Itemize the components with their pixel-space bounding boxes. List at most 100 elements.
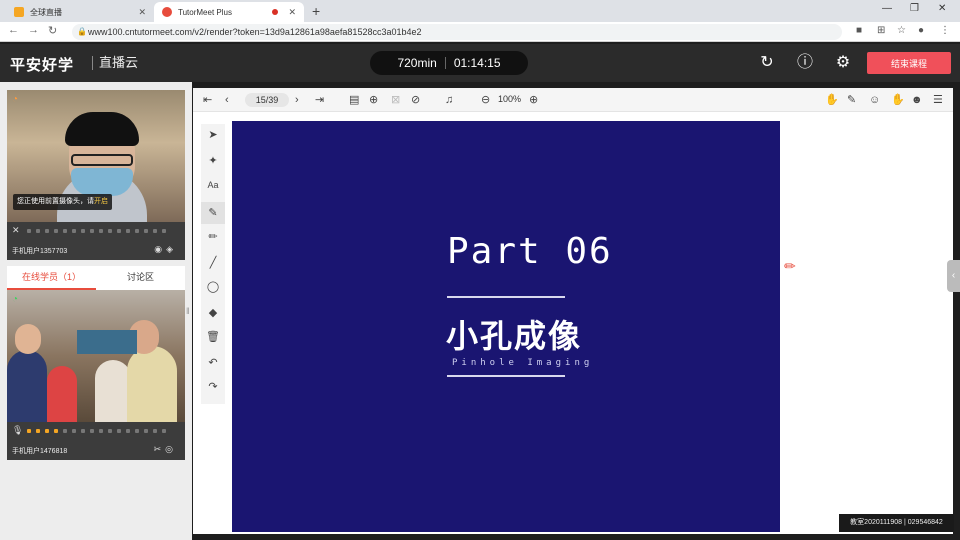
student-figure xyxy=(127,346,177,422)
teacher-video: ◔ 您正使用前置摄像头，请开启 xyxy=(7,90,185,222)
translate-icon[interactable]: ⊞ xyxy=(877,25,885,36)
class-duration: 720min xyxy=(397,56,437,70)
browser-tab-2[interactable]: TutorMeet Plus ✕ xyxy=(154,2,304,22)
slide-toolbar: ⇤ ‹ 15/39 › ⇥ ▤ ⊕ ⊠ ⊘ ♫ ⊖ 100% ⊕ ✋ ✎ ☺ ✋… xyxy=(193,88,953,112)
recording-icon xyxy=(272,9,279,15)
teacher-name-bar: 手机用户1357703 ◉◈ xyxy=(7,240,185,260)
room-watermark: 教室2020111908 | 029546842 xyxy=(839,514,954,532)
laser-pointer-icon[interactable]: ✦ xyxy=(201,154,225,167)
previous-page-icon[interactable]: ‹ xyxy=(225,93,229,107)
restore-icon[interactable]: ❐ xyxy=(910,3,919,14)
user-name: 手机用户1357703 xyxy=(12,248,68,255)
document-icon[interactable]: ▤ xyxy=(349,93,359,107)
browser-tab-1[interactable]: 全球直播 ✕ xyxy=(6,2,154,22)
elapsed-time: 01:14:15 xyxy=(453,56,501,70)
divider-line xyxy=(447,296,565,298)
tab-online-students[interactable]: 在线学员（1） xyxy=(7,266,96,290)
close-icon[interactable]: ✕ xyxy=(138,7,146,18)
line-tool-icon[interactable]: ╱ xyxy=(201,256,225,269)
star-icon[interactable]: ☆ xyxy=(897,25,906,36)
teacher-audio-bar: ✕ xyxy=(7,222,185,240)
reload-icon[interactable]: ↻ xyxy=(48,24,57,37)
tab-favicon xyxy=(162,7,172,17)
first-page-icon[interactable]: ⇤ xyxy=(203,93,212,107)
refresh-icon[interactable]: ↻ xyxy=(758,54,776,72)
trash-icon[interactable]: 🗑 xyxy=(201,330,225,343)
wifi-icon: ◔ xyxy=(12,94,19,105)
presentation-slide: Part 06 小孔成像 Pinhole Imaging xyxy=(232,121,780,532)
tab-title: TutorMeet Plus xyxy=(178,7,232,17)
url-field[interactable]: 🔒 www100.cntutormeet.com/v2/render?token… xyxy=(72,24,842,40)
person-hair xyxy=(65,112,139,146)
delete-page-icon[interactable]: ⊠ xyxy=(391,93,400,107)
hand-icon[interactable]: ✋ xyxy=(825,93,839,107)
text-tool-icon[interactable]: Aa xyxy=(201,180,225,190)
smile-icon[interactable]: ☻ xyxy=(911,93,923,107)
shape-tool-icon[interactable]: ◯ xyxy=(201,280,225,293)
camera-icon[interactable]: ■ xyxy=(856,25,862,36)
student-face xyxy=(15,324,41,354)
brand-subtitle: 直播云 xyxy=(92,56,138,70)
notice-text: 您正使用前置摄像头，请 xyxy=(17,198,94,205)
add-page-icon[interactable]: ⊕ xyxy=(369,93,378,107)
redo-icon[interactable]: ↷ xyxy=(201,380,225,393)
face-mask xyxy=(71,168,133,196)
student-figure xyxy=(7,350,47,422)
slide-title: 小孔成像 xyxy=(446,318,583,354)
camera-notice: 您正使用前置摄像头，请开启 xyxy=(13,194,112,210)
glasses xyxy=(71,154,133,166)
next-page-icon[interactable]: › xyxy=(295,93,299,107)
timer-divider xyxy=(444,57,446,69)
account-icon[interactable]: ● xyxy=(918,25,924,36)
student-name-bar: 手机用户1476818 ✂◎ xyxy=(7,440,185,460)
list-icon[interactable]: ☰ xyxy=(933,93,943,107)
browser-tab-bar: 全球直播 ✕ TutorMeet Plus ✕ + — ❐ ✕ xyxy=(0,0,960,22)
raise-hand-icon[interactable]: ✋ xyxy=(891,93,905,107)
close-window-icon[interactable]: ✕ xyxy=(938,3,946,14)
microphone-icon[interactable]: 🎙 xyxy=(12,425,23,436)
panel-splitter[interactable]: ‖ xyxy=(186,306,190,316)
gear-icon[interactable]: ⚙ xyxy=(834,54,852,72)
pen-icon[interactable]: ✎ xyxy=(847,93,856,107)
new-tab-button[interactable]: + xyxy=(312,3,320,19)
drawing-tools: ➤ ✦ Aa ✎ ✏ ╱ ◯ ◆ 🗑 ↶ ↷ xyxy=(201,124,225,404)
volume-meter xyxy=(27,429,166,433)
notice-link[interactable]: 开启 xyxy=(94,198,108,205)
last-page-icon[interactable]: ⇥ xyxy=(315,93,324,107)
student-figure xyxy=(95,360,131,422)
tab-discussion[interactable]: 讨论区 xyxy=(96,266,185,290)
close-icon[interactable]: ✕ xyxy=(288,7,296,18)
student-figure xyxy=(47,366,77,422)
marker-icon[interactable]: ✏ xyxy=(201,230,225,243)
eraser-icon[interactable]: ◆ xyxy=(201,306,225,319)
camera-settings-icon[interactable]: ✂◎ xyxy=(154,444,177,455)
music-icon[interactable]: ♫ xyxy=(445,93,453,107)
tab-favicon xyxy=(14,7,24,17)
menu-icon[interactable]: ⋮ xyxy=(940,25,950,36)
student-video: ◔ xyxy=(7,290,185,422)
slide-subtitle: Pinhole Imaging xyxy=(452,358,594,368)
divider-line xyxy=(447,375,565,377)
minimize-icon[interactable]: — xyxy=(882,3,892,14)
tab-title: 全球直播 xyxy=(30,7,62,17)
zoom-in-icon[interactable]: ⊕ xyxy=(529,93,538,107)
camera-settings-icon[interactable]: ◉◈ xyxy=(154,244,177,255)
clear-icon[interactable]: ⊘ xyxy=(411,93,420,107)
emoji-icon[interactable]: ☺ xyxy=(869,93,880,107)
info-icon[interactable]: ⓘ xyxy=(796,54,814,72)
expand-panel-handle[interactable]: ‹ xyxy=(947,260,960,292)
forward-icon[interactable]: → xyxy=(28,24,39,36)
address-bar: ← → ↻ 🔒 www100.cntutormeet.com/v2/render… xyxy=(0,22,960,42)
back-icon[interactable]: ← xyxy=(8,24,19,36)
zoom-out-icon[interactable]: ⊖ xyxy=(481,93,490,107)
select-icon[interactable]: ➤ xyxy=(201,128,225,141)
mic-muted-icon[interactable]: ✕ xyxy=(12,225,20,236)
slide-part-number: Part 06 xyxy=(447,231,613,272)
brand-logo: 平安好学 xyxy=(10,57,75,74)
left-panel: ◔ 您正使用前置摄像头，请开启 ✕ 手机用户1357703 ◉◈ 在线学员（1）… xyxy=(0,82,192,540)
undo-icon[interactable]: ↶ xyxy=(201,356,225,369)
panel-tabs: 在线学员（1） 讨论区 xyxy=(7,266,185,290)
brush-icon[interactable]: ✎ xyxy=(201,202,225,224)
zoom-level: 100% xyxy=(498,94,522,104)
end-class-button[interactable]: 结束课程 xyxy=(867,52,951,74)
